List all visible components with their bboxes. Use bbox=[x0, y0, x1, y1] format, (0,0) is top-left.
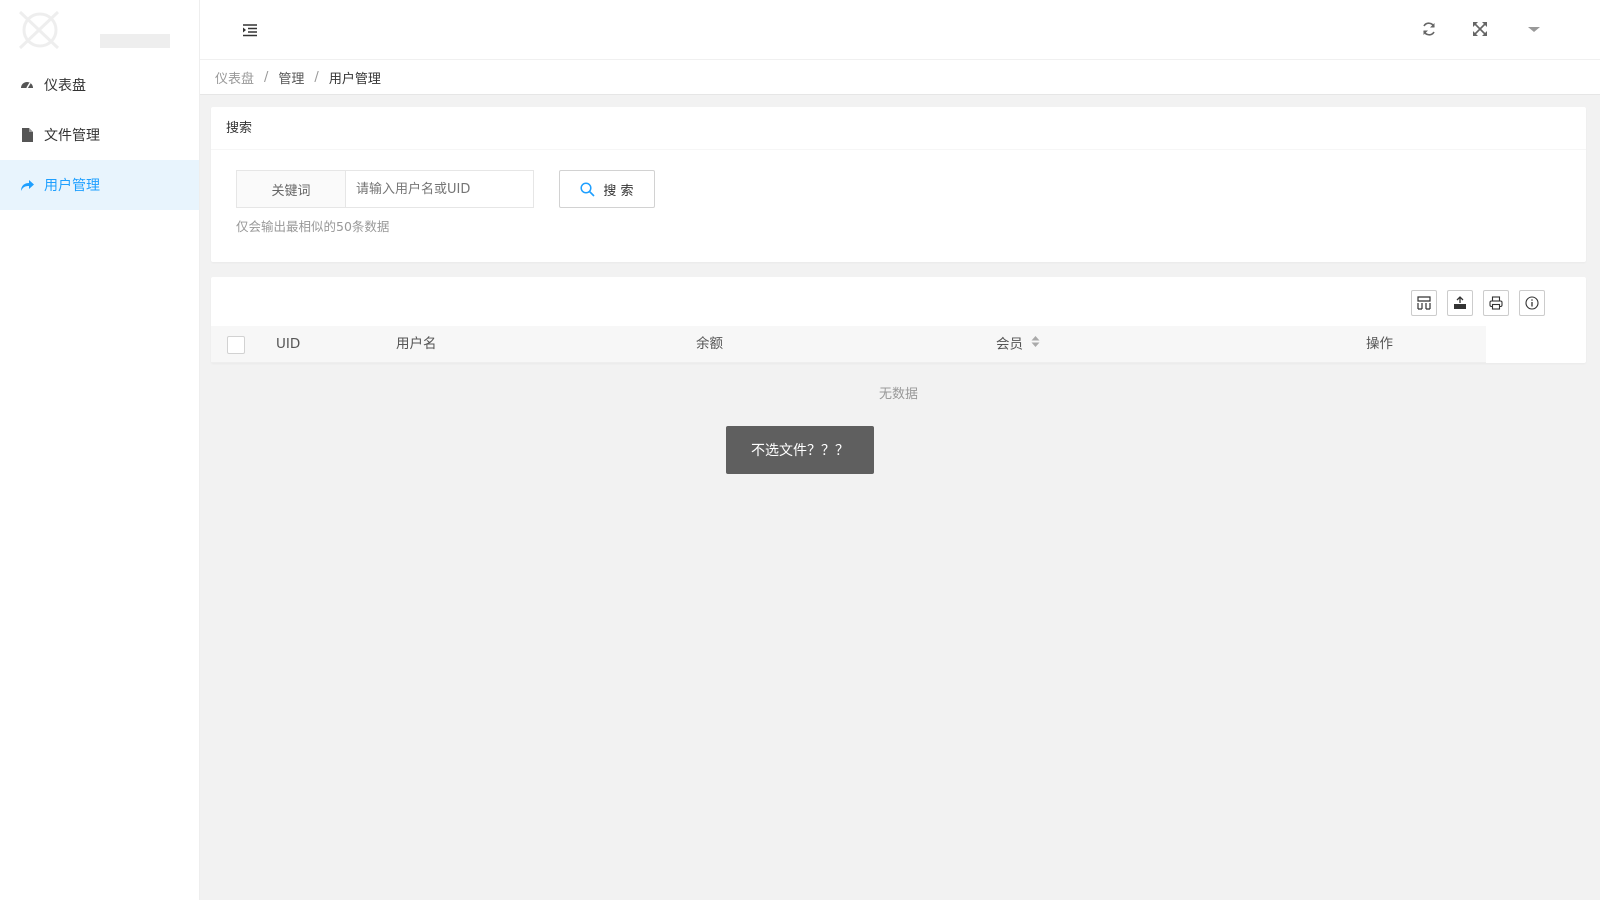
sort-icon[interactable] bbox=[1031, 326, 1040, 363]
column-header-uid[interactable]: UID bbox=[276, 326, 300, 363]
dropdown-icon[interactable] bbox=[1526, 21, 1542, 37]
user-table-card: UID 用户名 余额 会员 操作 bbox=[211, 277, 1586, 363]
breadcrumb-item-current: 用户管理 bbox=[328, 71, 381, 87]
select-all-checkbox[interactable] bbox=[227, 336, 245, 354]
sidebar-item-label: 仪表盘 bbox=[44, 78, 86, 94]
logo[interactable] bbox=[0, 0, 199, 60]
column-header-actions: 操作 bbox=[1366, 336, 1393, 352]
sidebar-item-file-management[interactable]: 文件管理 bbox=[0, 110, 199, 160]
table-header: UID 用户名 余额 会员 操作 bbox=[211, 326, 1486, 363]
breadcrumb: 仪表盘 / 管理 / 用户管理 bbox=[200, 60, 1600, 95]
table-empty-text: 无数据 bbox=[878, 387, 918, 402]
sidebar: 仪表盘 文件管理 用户管理 bbox=[0, 0, 200, 900]
export-icon[interactable] bbox=[1447, 290, 1473, 316]
search-button-label: 搜 索 bbox=[603, 183, 634, 199]
print-icon[interactable] bbox=[1483, 290, 1509, 316]
keyword-label: 关键词 bbox=[236, 170, 345, 208]
file-icon bbox=[20, 128, 34, 142]
dashboard-icon bbox=[20, 78, 34, 92]
search-hint: 仅会输出最相似的50条数据 bbox=[236, 219, 390, 234]
refresh-icon[interactable] bbox=[1421, 21, 1437, 37]
breadcrumb-item[interactable]: 管理 bbox=[278, 68, 304, 87]
share-icon bbox=[20, 178, 34, 192]
toast-message: 不选文件？？？ bbox=[726, 426, 874, 474]
breadcrumb-separator: / bbox=[314, 69, 319, 85]
search-button[interactable]: 搜 索 bbox=[559, 170, 655, 208]
top-header bbox=[200, 0, 1600, 60]
sidebar-item-label: 文件管理 bbox=[44, 128, 100, 144]
breadcrumb-separator: / bbox=[264, 69, 269, 85]
search-card: 搜索 关键词 搜 索 仅会输出最相似的50条数据 bbox=[211, 107, 1586, 262]
search-icon bbox=[580, 181, 595, 197]
fullscreen-icon[interactable] bbox=[1472, 21, 1488, 37]
sidebar-item-dashboard[interactable]: 仪表盘 bbox=[0, 60, 199, 110]
column-header-membership[interactable]: 会员 bbox=[996, 326, 1040, 363]
sidebar-item-user-management[interactable]: 用户管理 bbox=[0, 160, 199, 210]
column-header-balance[interactable]: 余额 bbox=[696, 326, 723, 363]
column-header-username[interactable]: 用户名 bbox=[396, 326, 437, 363]
columns-icon[interactable] bbox=[1411, 290, 1437, 316]
info-icon[interactable] bbox=[1519, 290, 1545, 316]
search-card-title: 搜索 bbox=[211, 107, 1586, 150]
breadcrumb-item[interactable]: 仪表盘 bbox=[215, 68, 254, 87]
search-input[interactable] bbox=[345, 170, 534, 208]
menu-fold-icon[interactable] bbox=[242, 22, 258, 38]
sidebar-item-label: 用户管理 bbox=[44, 178, 100, 194]
keyword-input-group: 关键词 bbox=[236, 170, 534, 208]
column-header-membership-label: 会员 bbox=[996, 336, 1023, 353]
